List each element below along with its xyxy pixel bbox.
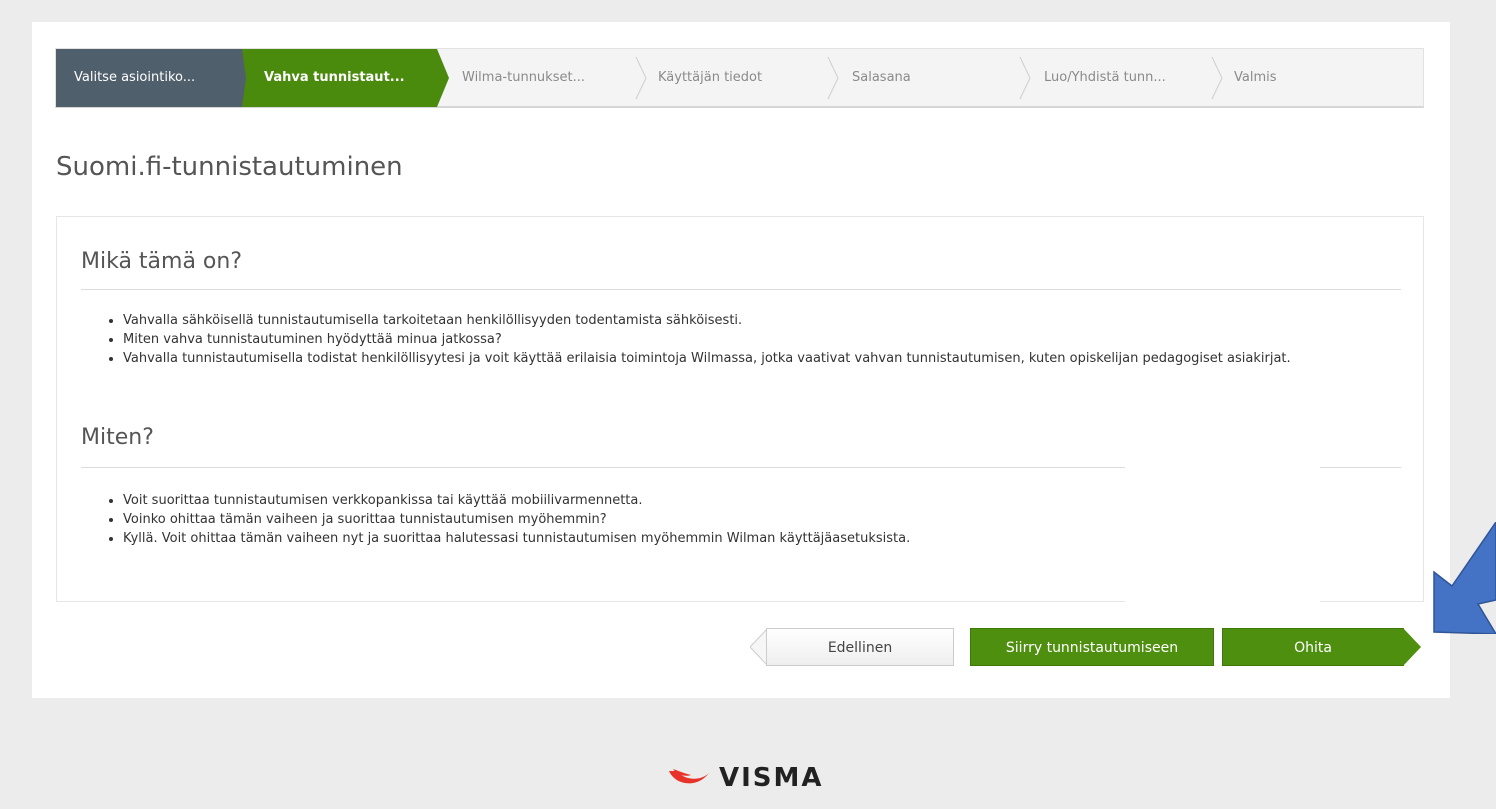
skip-button-arrow <box>1403 628 1421 666</box>
wizard-separator <box>1019 56 1031 100</box>
wizard-separator <box>827 56 839 100</box>
skip-button[interactable]: Ohita <box>1222 628 1404 666</box>
visma-logo-icon <box>669 769 709 784</box>
annotation-arrow-icon <box>1433 522 1496 634</box>
visma-logo: VISMA <box>667 760 824 796</box>
wizard-step-strong-auth[interactable]: Vahva tunnistaut... <box>242 49 434 107</box>
wizard-step-label: Vahva tunnistaut... <box>264 70 405 85</box>
list-item: Vahvalla sähköisellä tunnistautumisella … <box>123 311 1413 330</box>
wizard-separator <box>635 56 647 100</box>
list-item: Miten vahva tunnistautuminen hyödyttää m… <box>123 330 1413 349</box>
wizard-step-password[interactable]: Salasana <box>848 49 1018 107</box>
wizard-step-label: Valmis <box>1234 70 1277 85</box>
list-item: Vahvalla tunnistautumisella todistat hen… <box>123 349 1413 368</box>
wizard-step-wilma-credentials[interactable]: Wilma-tunnukset... <box>452 49 642 107</box>
wizard-step-done[interactable]: Valmis <box>1230 49 1350 107</box>
wizard-separator <box>1211 56 1223 100</box>
wizard-step-user-info[interactable]: Käyttäjän tiedot <box>654 49 834 107</box>
bullet-list-what-is-this: Vahvalla sähköisellä tunnistautumisella … <box>105 311 1413 368</box>
divider <box>81 289 1401 290</box>
wizard-step-label: Luo/Yhdistä tunn... <box>1044 70 1166 85</box>
wizard-step-create-link-account[interactable]: Luo/Yhdistä tunn... <box>1040 49 1220 107</box>
visma-logo-text: VISMA <box>719 763 824 793</box>
previous-button[interactable]: Edellinen <box>766 628 954 666</box>
wizard-step-select-service[interactable]: Valitse asiointiko... <box>56 49 242 107</box>
go-to-authentication-button[interactable]: Siirry tunnistautumiseen <box>970 628 1214 666</box>
wizard-step-label: Valitse asiointiko... <box>74 70 196 85</box>
wizard-step-label: Salasana <box>852 70 911 85</box>
section-title-how: Miten? <box>81 425 154 450</box>
page-title: Suomi.fi-tunnistautuminen <box>56 152 403 182</box>
redaction-box <box>1125 450 1320 603</box>
section-title-what-is-this: Mikä tämä on? <box>81 249 243 274</box>
wizard-steps: Valitse asiointiko... Vahva tunnistaut..… <box>55 48 1424 108</box>
wizard-separator <box>433 49 449 107</box>
wizard-step-label: Käyttäjän tiedot <box>658 70 763 85</box>
wizard-step-label: Wilma-tunnukset... <box>462 70 585 85</box>
wizard-separator <box>242 49 246 107</box>
